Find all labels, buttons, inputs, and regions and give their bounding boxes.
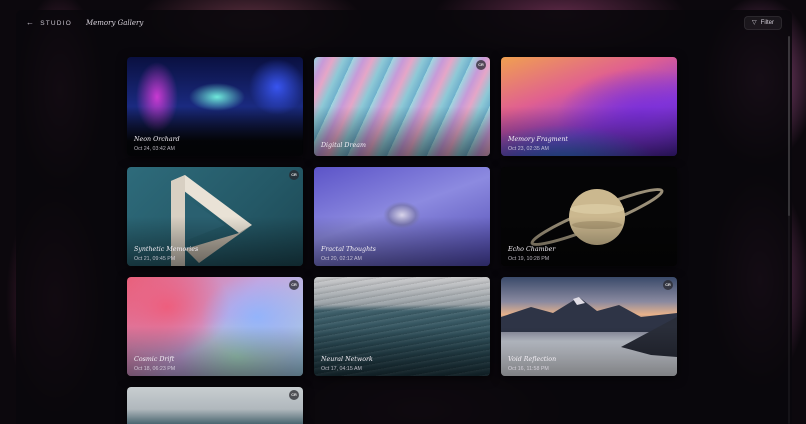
card-title: Fractal Thoughts (321, 246, 376, 253)
creator-badge: CR (289, 280, 299, 290)
memory-card[interactable]: CR Synthetic Memories Oct 21, 09:45 PM (127, 167, 303, 266)
creator-badge: CR (289, 170, 299, 180)
card-date: Oct 19, 10:28 PM (508, 256, 550, 262)
creator-badge: CR (663, 280, 673, 290)
memory-card[interactable]: Neural Network Oct 17, 04:15 AM (314, 277, 490, 376)
card-date: Oct 21, 09:45 PM (134, 256, 176, 262)
arrow-left-icon: ← (26, 18, 36, 27)
card-title: Neon Orchard (134, 136, 180, 143)
card-title: Neural Network (321, 356, 373, 363)
scrollbar[interactable] (788, 36, 790, 424)
top-bar: ← STUDIO Memory Gallery ▽ Filter (16, 10, 792, 36)
back-to-studio-button[interactable]: ← STUDIO (26, 19, 72, 27)
filter-label: Filter (760, 20, 774, 26)
card-date: Oct 17, 04:15 AM (321, 366, 362, 372)
card-title: Void Reflection (508, 356, 557, 363)
memory-card[interactable]: Neon Orchard Oct 24, 03:42 AM (127, 57, 303, 156)
card-title: Synthetic Memories (134, 246, 199, 253)
card-title: Memory Fragment (508, 136, 568, 143)
card-date: Oct 18, 06:23 PM (134, 366, 176, 372)
card-title: Digital Dream (321, 142, 366, 149)
funnel-icon: ▽ (752, 20, 757, 26)
memory-card[interactable]: CR Void Reflection Oct 16, 11:58 PM (501, 277, 677, 376)
card-date: Oct 20, 02:12 AM (321, 256, 362, 262)
memory-card[interactable]: CR Cosmic Drift Oct 18, 06:23 PM (127, 277, 303, 376)
memory-card[interactable]: Fractal Thoughts Oct 20, 02:12 AM (314, 167, 490, 266)
memory-card[interactable]: CR (127, 387, 303, 424)
back-label: STUDIO (40, 19, 72, 27)
creator-badge: CR (476, 60, 486, 70)
filter-button[interactable]: ▽ Filter (744, 16, 782, 30)
card-title: Echo Chamber (508, 246, 556, 253)
scrollbar-thumb[interactable] (788, 36, 790, 216)
card-date: Oct 24, 03:42 AM (134, 146, 175, 152)
card-date: Oct 16, 11:58 PM (508, 366, 549, 372)
creator-badge: CR (289, 390, 299, 400)
card-title: Cosmic Drift (134, 356, 175, 363)
memory-card[interactable]: CR Digital Dream (314, 57, 490, 156)
page-title: Memory Gallery (85, 19, 144, 27)
memory-card[interactable]: Echo Chamber Oct 19, 10:28 PM (501, 167, 677, 266)
memory-card[interactable]: Memory Fragment Oct 23, 02:35 AM (501, 57, 677, 156)
card-date: Oct 23, 02:35 AM (508, 146, 549, 152)
